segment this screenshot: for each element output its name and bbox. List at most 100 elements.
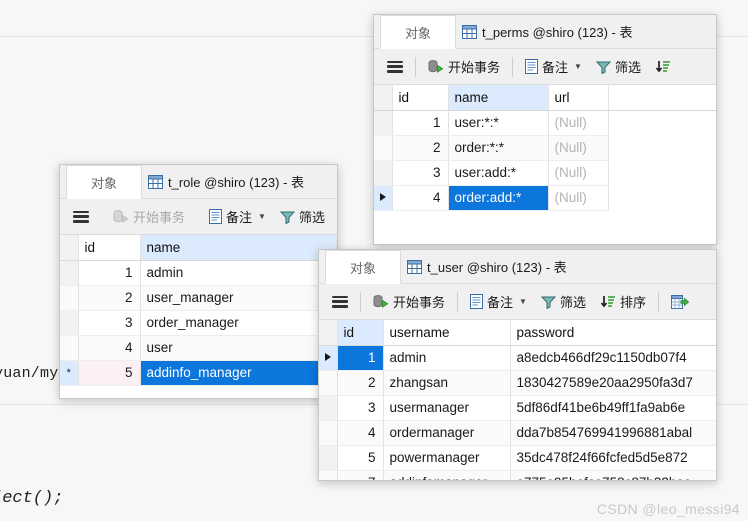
cell-username[interactable]: zhangsan [383, 370, 511, 396]
t-perms-grid[interactable]: id name url 1 user:*:* (Null) 2 order:*:… [374, 85, 716, 211]
t-perms-toolbar[interactable]: 开始事务 备注 ▼ 筛选 [374, 49, 716, 85]
t-role-begin-transaction-button[interactable]: 开始事务 [106, 204, 192, 230]
table-row-new[interactable]: * 5 addinfo_manager [60, 360, 337, 386]
t-role-tabstrip[interactable]: 对象 t_role @shiro (123) - 表 [60, 165, 337, 199]
t-user-filter-button[interactable]: 筛选 [534, 289, 593, 315]
cell-id[interactable]: 2 [78, 285, 141, 311]
row-marker[interactable] [319, 470, 338, 480]
window-t-perms[interactable]: 对象 t_perms @shiro (123) - 表 开始事务 备注 ▼ 筛选… [373, 14, 717, 245]
row-marker[interactable] [374, 135, 393, 161]
t-user-note-button[interactable]: 备注 ▼ [463, 289, 534, 315]
cell-id[interactable]: 1 [78, 260, 141, 286]
t-user-tabstrip[interactable]: 对象 t_user @shiro (123) - 表 [319, 250, 716, 284]
t-role-filter-button[interactable]: 筛选 [273, 204, 332, 230]
row-marker[interactable] [319, 370, 338, 396]
t-user-header-password[interactable]: password [510, 320, 716, 346]
cell-id[interactable]: 3 [78, 310, 141, 336]
row-marker[interactable] [319, 395, 338, 421]
table-row[interactable]: 3 order_manager [60, 310, 337, 336]
cell-password[interactable]: a8edcb466df29c1150db07f4 [510, 345, 716, 371]
cell-name-selected[interactable]: addinfo_manager [140, 360, 337, 386]
t-perms-object-tab[interactable]: 对象 [380, 15, 456, 49]
t-perms-header-id[interactable]: id [392, 85, 449, 111]
cell-id[interactable]: 3 [337, 395, 384, 421]
t-perms-sort-button[interactable] [648, 54, 678, 80]
cell-name[interactable]: user:add:* [448, 160, 549, 186]
cell-name[interactable]: user [140, 335, 337, 361]
table-row[interactable]: 4 user [60, 335, 337, 361]
table-row[interactable]: 4 ordermanager dda7b854769941996881abal [319, 420, 716, 446]
row-marker-current[interactable] [374, 185, 393, 211]
table-row[interactable]: 7 addinfomanager e775e95befce758c87b32be… [319, 470, 716, 480]
t-user-grid[interactable]: id username password 1 admin a8edcb466df… [319, 320, 716, 480]
cell-id[interactable]: 5 [337, 445, 384, 471]
cell-name[interactable]: order:*:* [448, 135, 549, 161]
cell-username[interactable]: usermanager [383, 395, 511, 421]
t-user-toolbar[interactable]: 开始事务 备注 ▼ 筛选 排序 [319, 284, 716, 320]
row-marker[interactable] [60, 310, 79, 336]
t-perms-header-name[interactable]: name [448, 85, 549, 111]
row-marker-current[interactable] [319, 345, 338, 371]
t-role-header-id[interactable]: id [78, 235, 141, 261]
table-row[interactable]: 2 user_manager [60, 285, 337, 311]
t-perms-tabstrip[interactable]: 对象 t_perms @shiro (123) - 表 [374, 15, 716, 49]
table-row[interactable]: 3 user:add:* (Null) [374, 160, 716, 186]
table-row[interactable]: 1 admin [60, 260, 337, 286]
row-marker[interactable] [319, 445, 338, 471]
row-marker[interactable] [60, 285, 79, 311]
cell-name[interactable]: admin [140, 260, 337, 286]
window-t-role[interactable]: 对象 t_role @shiro (123) - 表 开始事务 备注 ▼ 筛选 … [59, 164, 338, 399]
t-perms-begin-transaction-button[interactable]: 开始事务 [421, 54, 507, 80]
table-row[interactable]: 2 order:*:* (Null) [374, 135, 716, 161]
cell-username[interactable]: ordermanager [383, 420, 511, 446]
t-role-object-tab[interactable]: 对象 [66, 165, 142, 199]
table-row[interactable]: 1 user:*:* (Null) [374, 110, 716, 136]
t-user-object-tab[interactable]: 对象 [325, 250, 401, 284]
row-marker[interactable] [374, 160, 393, 186]
cell-url[interactable]: (Null) [548, 135, 609, 161]
table-row[interactable]: 2 zhangsan 1830427589e20aa2950fa3d7 [319, 370, 716, 396]
table-row[interactable]: 4 order:add:* (Null) [374, 185, 716, 211]
row-marker[interactable] [60, 335, 79, 361]
cell-password[interactable]: 5df86df41be6b49ff1fa9ab6e [510, 395, 716, 421]
cell-username[interactable]: powermanager [383, 445, 511, 471]
cell-password[interactable]: 35dc478f24f66fcfed5d5e872 [510, 445, 716, 471]
t-user-sort-button[interactable]: 排序 [593, 289, 653, 315]
t-role-header-name[interactable]: name [140, 235, 337, 261]
row-marker[interactable] [374, 110, 393, 136]
cell-password[interactable]: 1830427589e20aa2950fa3d7 [510, 370, 716, 396]
table-row[interactable]: 5 powermanager 35dc478f24f66fcfed5d5e872 [319, 445, 716, 471]
t-perms-filter-button[interactable]: 筛选 [589, 54, 648, 80]
cell-id[interactable]: 7 [337, 470, 384, 480]
t-role-table-tab[interactable]: t_role @shiro (123) - 表 [142, 165, 321, 198]
t-user-begin-transaction-button[interactable]: 开始事务 [366, 289, 452, 315]
t-user-import-button[interactable] [664, 289, 696, 315]
cell-url[interactable]: (Null) [548, 110, 609, 136]
cell-url[interactable]: (Null) [548, 160, 609, 186]
cell-id-selected[interactable]: 1 [337, 345, 384, 371]
row-marker-new[interactable]: * [60, 360, 79, 386]
cell-id[interactable]: 1 [392, 110, 449, 136]
t-perms-menu-button[interactable] [380, 54, 410, 80]
t-role-note-button[interactable]: 备注 ▼ [202, 204, 273, 230]
cell-name[interactable]: user:*:* [448, 110, 549, 136]
table-row[interactable]: 1 admin a8edcb466df29c1150db07f4 [319, 345, 716, 371]
cell-username[interactable]: admin [383, 345, 511, 371]
cell-id[interactable]: 4 [392, 185, 449, 211]
row-marker[interactable] [60, 260, 79, 286]
cell-name[interactable]: user_manager [140, 285, 337, 311]
t-user-header-username[interactable]: username [383, 320, 511, 346]
t-role-toolbar[interactable]: 开始事务 备注 ▼ 筛选 [60, 199, 337, 235]
row-marker[interactable] [319, 420, 338, 446]
cell-username[interactable]: addinfomanager [383, 470, 511, 480]
cell-url[interactable]: (Null) [548, 185, 609, 211]
t-perms-table-tab[interactable]: t_perms @shiro (123) - 表 [456, 15, 649, 48]
t-role-menu-button[interactable] [66, 204, 96, 230]
t-user-menu-button[interactable] [325, 289, 355, 315]
cell-id[interactable]: 2 [392, 135, 449, 161]
t-user-table-tab[interactable]: t_user @shiro (123) - 表 [401, 250, 583, 283]
cell-id[interactable]: 5 [78, 360, 141, 386]
t-perms-header-url[interactable]: url [548, 85, 609, 111]
t-user-header-id[interactable]: id [337, 320, 384, 346]
cell-name-selected[interactable]: order:add:* [448, 185, 549, 211]
